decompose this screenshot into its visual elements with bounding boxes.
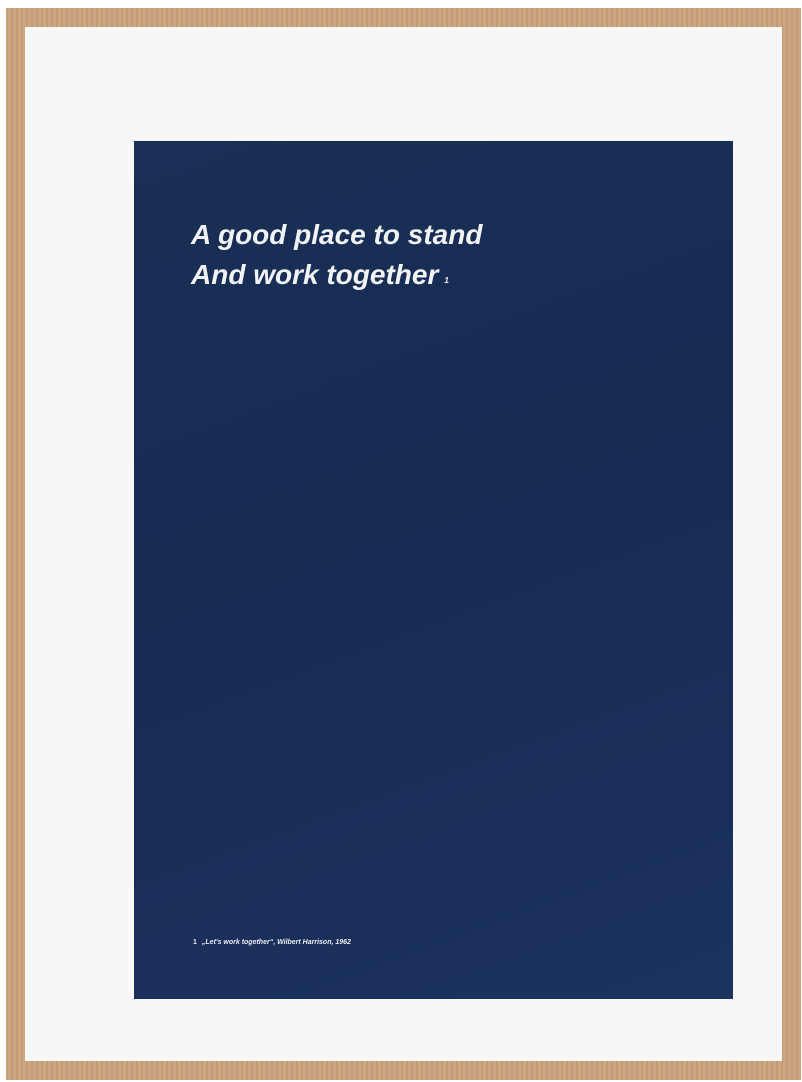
mat-board: A good place to stand And work together 1…: [25, 27, 782, 1061]
footnote-marker: 1: [444, 276, 449, 285]
poster: A good place to stand And work together 1…: [134, 141, 733, 999]
poster-headline: A good place to stand And work together 1: [191, 215, 482, 295]
headline-line-2: And work together 1: [191, 255, 482, 295]
poster-footnote: 1 „Let's work together“, Wilbert Harrison…: [193, 939, 351, 946]
headline-line-2-text: And work together: [191, 259, 439, 290]
picture-frame: A good place to stand And work together 1…: [6, 8, 801, 1080]
footnote-number: 1: [193, 939, 197, 946]
headline-line-1: A good place to stand: [191, 219, 483, 250]
footnote-text: „Let's work together“, Wilbert Harrison,…: [201, 939, 351, 946]
